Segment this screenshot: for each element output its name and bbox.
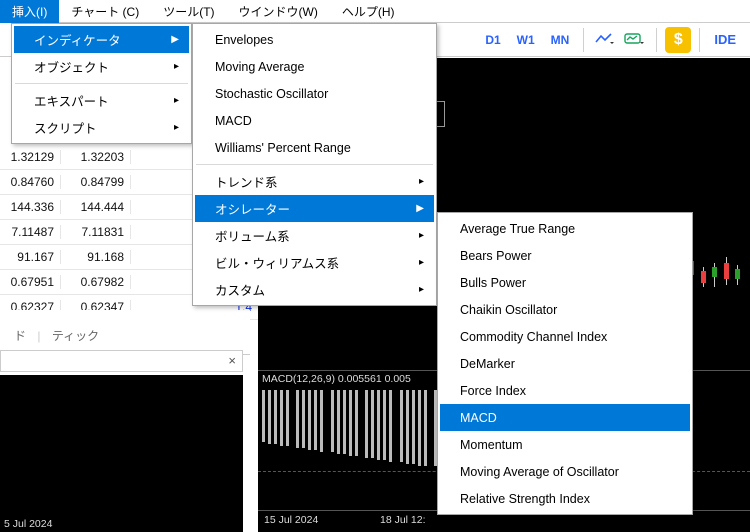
arrow-right-icon: ▸ xyxy=(419,230,424,241)
menubar: 挿入(I) チャート (C) ツール(T) ウインドウ(W) ヘルプ(H) xyxy=(0,0,750,23)
object-menu-item[interactable]: オブジェクト▸ xyxy=(14,53,189,80)
arrow-right-icon: ▶ xyxy=(171,34,179,45)
arrow-right-icon: ▸ xyxy=(419,176,424,187)
tab-row: ド | ティック xyxy=(0,310,250,355)
oscillator-item[interactable]: オシレーター▶ xyxy=(195,195,434,222)
time-tick: 15 Jul 2024 xyxy=(264,514,318,526)
arrow-right-icon: ▸ xyxy=(174,95,179,106)
tab-card[interactable]: ド xyxy=(6,325,34,346)
macd-bars xyxy=(262,390,464,470)
script-menu-item[interactable]: スクリプト▸ xyxy=(14,114,189,141)
quote-cell: 144.336 xyxy=(0,200,60,214)
insert-menu: インディケータ▶ オブジェクト▸ エキスパート▸ スクリプト▸ xyxy=(11,23,192,144)
arrow-right-icon: ▸ xyxy=(419,257,424,268)
toolbar-separator xyxy=(699,28,700,52)
indicator-submenu: Envelopes Moving Average Stochastic Osci… xyxy=(192,23,437,306)
atr-item[interactable]: Average True Range xyxy=(440,215,690,242)
quote-cell: 0.84799 xyxy=(60,175,130,189)
ide-button[interactable]: IDE xyxy=(708,32,742,47)
macd-item[interactable]: MACD xyxy=(195,107,434,134)
bulls-power-item[interactable]: Bulls Power xyxy=(440,269,690,296)
quote-cell: 0.67982 xyxy=(60,275,130,289)
lower-panel xyxy=(0,375,243,532)
dollar-button[interactable]: $ xyxy=(665,27,691,53)
cci-item[interactable]: Commodity Channel Index xyxy=(440,323,690,350)
quote-cell: 0.67951 xyxy=(0,275,60,289)
quote-cell: 1.32203 xyxy=(60,150,130,164)
menu-chart[interactable]: チャート (C) xyxy=(59,0,151,23)
timeframe-d1[interactable]: D1 xyxy=(479,29,506,51)
indicator-menu-item[interactable]: インディケータ▶ xyxy=(14,26,189,53)
stochastic-item[interactable]: Stochastic Oscillator xyxy=(195,80,434,107)
menu-insert[interactable]: 挿入(I) xyxy=(0,0,59,23)
indicators-button[interactable] xyxy=(622,27,648,53)
force-index-item[interactable]: Force Index xyxy=(440,377,690,404)
time-tick-left: 5 Jul 2024 xyxy=(0,518,243,532)
mao-item[interactable]: Moving Average of Oscillator xyxy=(440,458,690,485)
arrow-right-icon: ▶ xyxy=(416,203,424,214)
toolbar-separator xyxy=(583,28,584,52)
oscillator-submenu: Average True Range Bears Power Bulls Pow… xyxy=(437,212,693,515)
chart-type-dropdown[interactable] xyxy=(592,27,618,53)
williams-item[interactable]: Williams' Percent Range xyxy=(195,134,434,161)
menu-tool[interactable]: ツール(T) xyxy=(151,0,226,23)
time-tick: 18 Jul 12: xyxy=(380,514,426,526)
chaikin-item[interactable]: Chaikin Oscillator xyxy=(440,296,690,323)
expert-menu-item[interactable]: エキスパート▸ xyxy=(14,87,189,114)
moving-average-item[interactable]: Moving Average xyxy=(195,53,434,80)
quote-cell: 1.32129 xyxy=(0,150,60,164)
arrow-right-icon: ▸ xyxy=(419,284,424,295)
tab-tick[interactable]: ティック xyxy=(44,325,107,346)
timeframe-mn[interactable]: MN xyxy=(545,29,576,51)
arrow-right-icon: ▸ xyxy=(174,122,179,133)
toolbar-separator xyxy=(656,28,657,52)
menu-help[interactable]: ヘルプ(H) xyxy=(330,0,407,23)
demarker-item[interactable]: DeMarker xyxy=(440,350,690,377)
volume-item[interactable]: ボリューム系▸ xyxy=(195,222,434,249)
quote-cell: 91.167 xyxy=(0,250,60,264)
bill-williams-item[interactable]: ビル・ウィリアムス系▸ xyxy=(195,249,434,276)
momentum-item[interactable]: Momentum xyxy=(440,431,690,458)
rsi-item[interactable]: Relative Strength Index xyxy=(440,485,690,512)
trend-item[interactable]: トレンド系▸ xyxy=(195,168,434,195)
arrow-right-icon: ▸ xyxy=(174,61,179,72)
timeframe-w1[interactable]: W1 xyxy=(511,29,541,51)
quote-cell: 144.444 xyxy=(60,200,130,214)
macd-osc-item[interactable]: MACD xyxy=(440,404,690,431)
menu-window[interactable]: ウインドウ(W) xyxy=(227,0,330,23)
panel-header: × xyxy=(0,350,243,372)
quote-cell: 91.168 xyxy=(60,250,130,264)
close-icon[interactable]: × xyxy=(228,353,236,368)
custom-item[interactable]: カスタム▸ xyxy=(195,276,434,303)
quote-cell: 7.11487 xyxy=(0,225,60,239)
quote-cell: 0.84760 xyxy=(0,175,60,189)
quote-cell: 7.11831 xyxy=(60,225,130,239)
envelopes-item[interactable]: Envelopes xyxy=(195,26,434,53)
bears-power-item[interactable]: Bears Power xyxy=(440,242,690,269)
macd-label: MACD(12,26,9) 0.005561 0.005 xyxy=(262,373,411,385)
